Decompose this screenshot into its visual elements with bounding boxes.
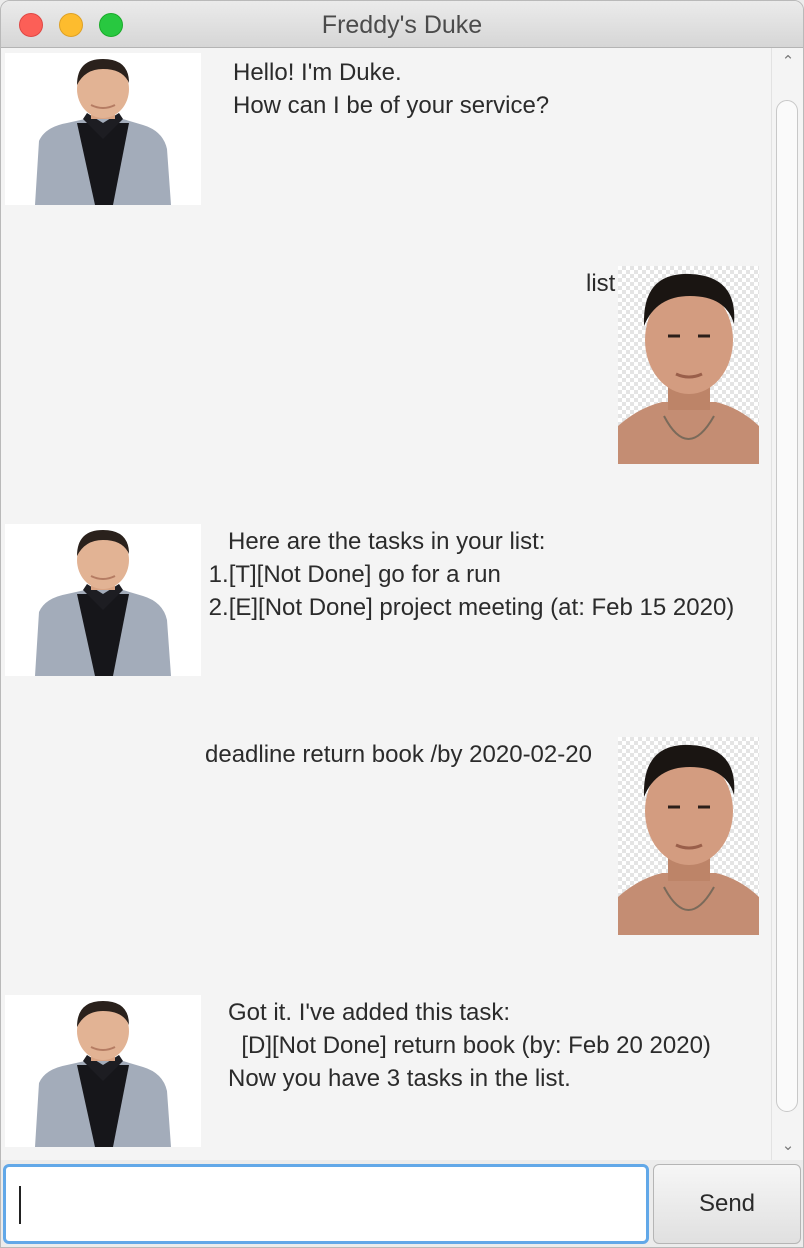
duke-avatar	[5, 53, 201, 205]
duke-message-text: Hello! I'm Duke. How can I be of your se…	[233, 59, 550, 119]
chevron-down-icon[interactable]: ⌄	[772, 1132, 803, 1160]
user-message-text: list	[586, 270, 616, 297]
duke-avatar	[5, 524, 201, 676]
chevron-up-icon[interactable]: ⌃	[772, 48, 803, 76]
duke-message-text: Got it. I've added this task: [D][Not Do…	[228, 999, 711, 1092]
vertical-scrollbar[interactable]: ⌃ ⌄	[771, 48, 803, 1160]
input-bar: Send	[1, 1160, 803, 1247]
send-button[interactable]: Send	[653, 1164, 801, 1244]
dialog-container[interactable]: Hello! I'm Duke. How can I be of your se…	[1, 48, 771, 1160]
user-avatar	[618, 266, 759, 464]
title-bar[interactable]: Freddy's Duke	[1, 1, 803, 48]
duke-avatar	[5, 995, 201, 1147]
user-avatar	[618, 737, 759, 935]
duke-message-text: Here are the tasks in your list: 1.[T][N…	[208, 528, 735, 621]
user-message-text: deadline return book /by 2020-02-20	[205, 741, 592, 768]
scrollbar-thumb[interactable]	[776, 100, 798, 1112]
window-title: Freddy's Duke	[321, 11, 483, 39]
app-window: Freddy's Duke Hello! I'm Duke. How can I…	[0, 0, 804, 1248]
text-caret	[19, 1186, 21, 1224]
message-input[interactable]	[3, 1164, 649, 1244]
